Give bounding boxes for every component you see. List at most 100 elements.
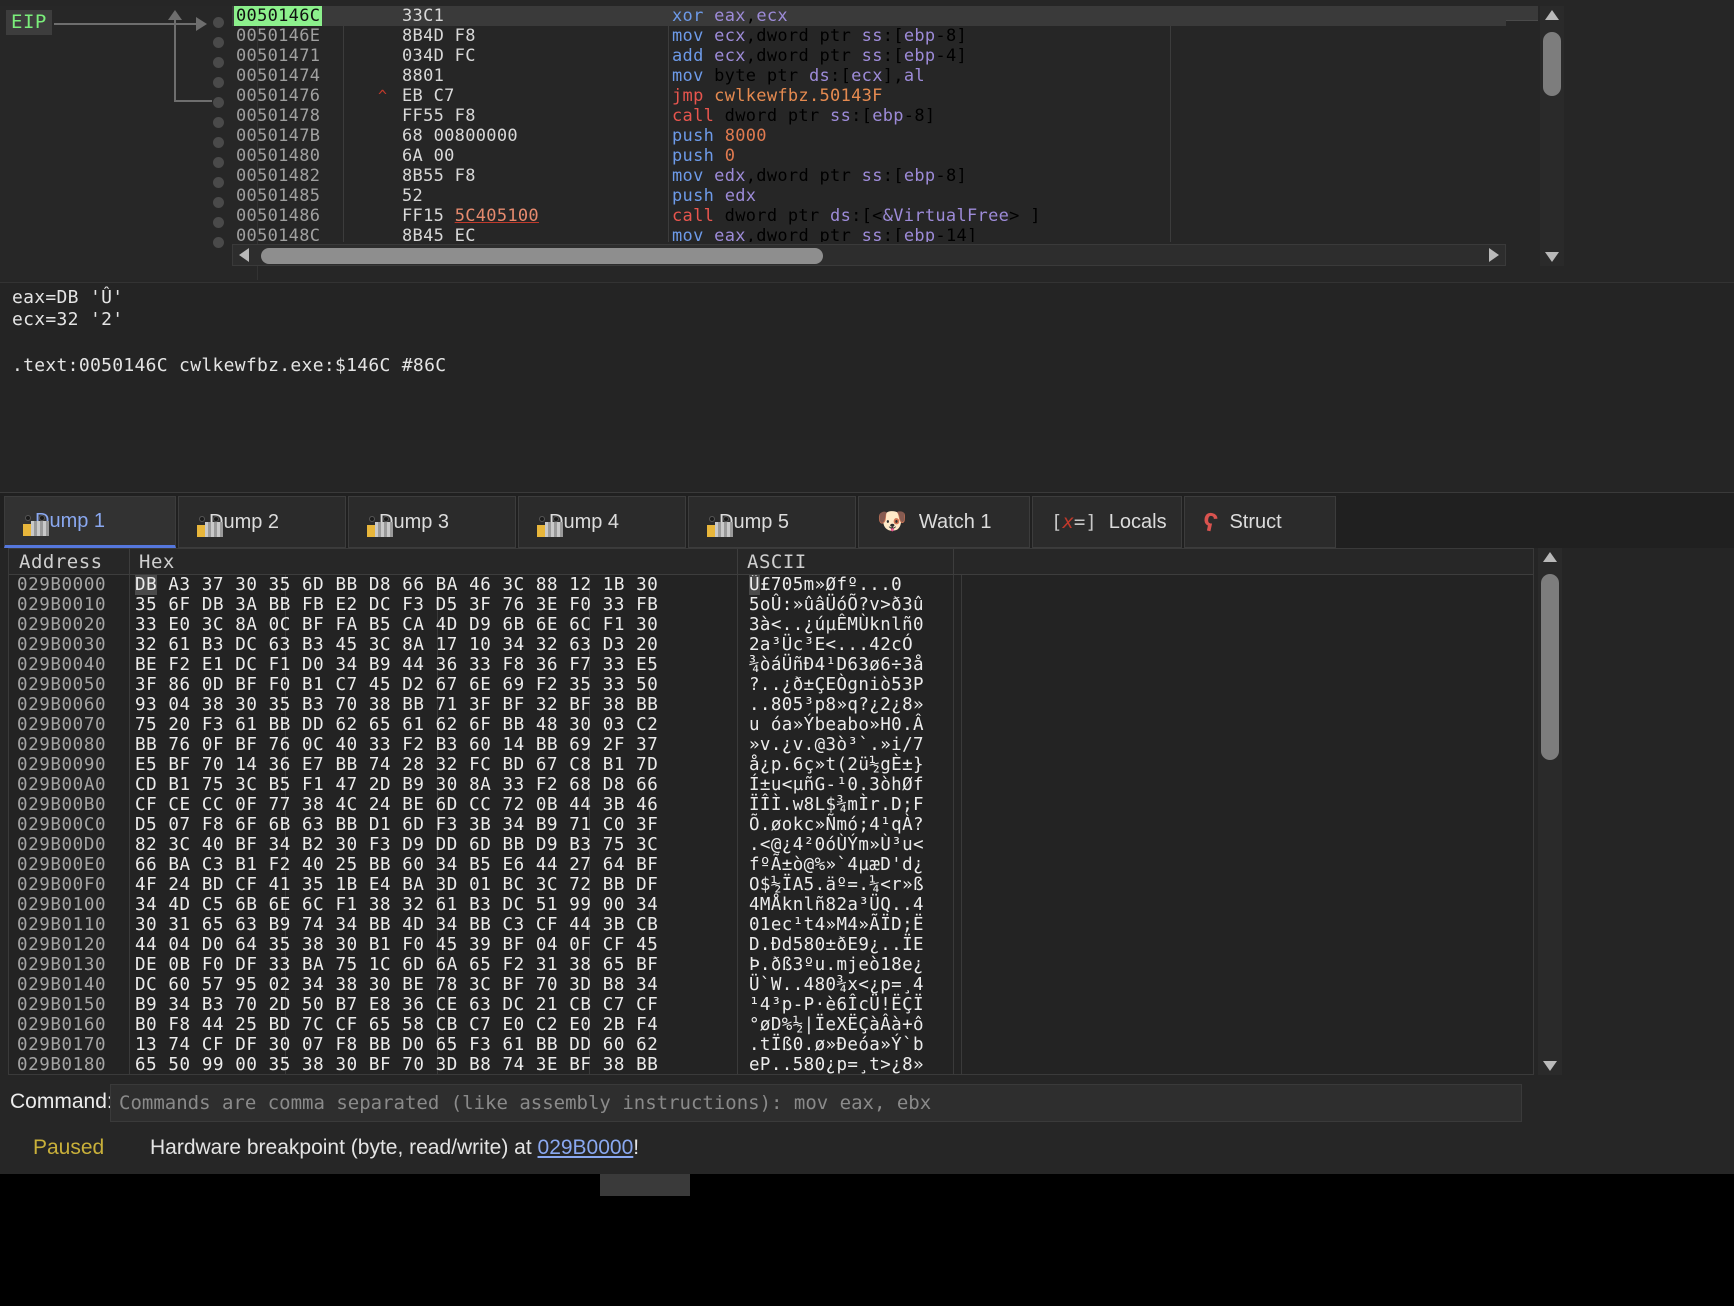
tab-dump-5[interactable]: Dump 5 [688, 496, 856, 548]
tab-dump-3[interactable]: Dump 3 [348, 496, 516, 548]
disasm-row[interactable]: 0050147B 68 00800000 push 8000 [232, 126, 1506, 146]
breakpoint-dot[interactable] [213, 77, 224, 88]
scroll-up-arrow-icon[interactable] [1545, 10, 1559, 20]
disasm-row[interactable]: 0050146C 33C1 xor eax,ecx [232, 6, 1506, 26]
hex-dump-row[interactable]: 029B0180 65 50 99 00 35 38 30 BF 70 3D B8… [9, 1055, 1533, 1075]
hex-bytes: B0 F8 44 25 BD 7C CF 65 58 CB C7 E0 C2 E… [135, 1015, 659, 1035]
vscroll-thumb[interactable] [1541, 574, 1559, 760]
disasm-row[interactable]: 0050146E 8B4D F8 mov ecx,dword ptr ss:[ebp… [232, 26, 1506, 46]
hex-address: 029B0090 [17, 755, 107, 775]
disasm-row[interactable]: 00501474 8801 mov byte ptr ds:[ecx],al [232, 66, 1506, 86]
tab-struct[interactable]: ʕ Struct [1184, 496, 1336, 548]
hex-row-list[interactable]: 029B0000 DB A3 37 30 35 6D BB D8 66 BA 46… [9, 575, 1533, 1075]
hex-address: 029B0050 [17, 675, 107, 695]
hex-dump-row[interactable]: 029B00B0 CF CE CC 0F 77 38 4C 24 BE 6D CC… [9, 795, 1533, 815]
hex-ascii: eP..580¿p=¸t>¿8» [749, 1055, 924, 1075]
hex-bytes: 32 61 B3 DC 63 B3 45 3C 8A 17 10 34 32 6… [135, 635, 659, 655]
hex-bytes: BB 76 0F BF 76 0C 40 33 F2 B3 60 14 BB 6… [135, 735, 659, 755]
breakpoint-dot[interactable] [213, 197, 224, 208]
breakpoint-dot[interactable] [213, 237, 224, 248]
column-header-address[interactable]: Address [19, 551, 103, 573]
hex-dump-row[interactable]: 029B0020 33 E0 3C 8A 0C BF FA B5 CA 4D D9… [9, 615, 1533, 635]
breakpoint-dot[interactable] [213, 57, 224, 68]
disasm-row[interactable]: 00501485 52 push edx [232, 186, 1506, 206]
hex-dump-row[interactable]: 029B0170 13 74 CF DF 30 07 F8 BB D0 65 F3… [9, 1035, 1533, 1055]
scroll-down-arrow-icon[interactable] [1543, 1061, 1557, 1071]
hex-dump-row[interactable]: 029B0100 34 4D C5 6B 6E 6C F1 38 32 61 B3… [9, 895, 1533, 915]
hex-dump-row[interactable]: 029B0070 75 20 F3 61 BB DD 62 65 61 62 6F… [9, 715, 1533, 735]
disasm-row[interactable]: 00501478 FF55 F8 call dword ptr ss:[ebp-8] [232, 106, 1506, 126]
scroll-right-arrow-icon[interactable] [1489, 248, 1499, 262]
tab-dump-2[interactable]: Dump 2 [178, 496, 346, 548]
scroll-left-arrow-icon[interactable] [239, 248, 249, 262]
x64dbg-window: EIP 0050146C 33C1 xor eax,ecx 0050146E 8… [0, 0, 1734, 1306]
hex-dump-row[interactable]: 029B0030 32 61 B3 DC 63 B3 45 3C 8A 17 10… [9, 635, 1533, 655]
disasm-bytes: 8B4D F8 [402, 26, 476, 46]
disasm-row-list[interactable]: 0050146C 33C1 xor eax,ecx 0050146E 8B4D F8 mo… [232, 6, 1506, 242]
breakpoint-dot[interactable] [213, 37, 224, 48]
hex-dump-row[interactable]: 029B0120 44 04 D0 64 35 38 30 B1 F0 45 39… [9, 935, 1533, 955]
scroll-up-arrow-icon[interactable] [1543, 552, 1557, 562]
hex-ascii: 2a³Üc³E<...42cÓ [749, 635, 914, 655]
breakpoint-dot[interactable] [213, 137, 224, 148]
disasm-address: 00501478 [236, 106, 321, 126]
hex-dump-row[interactable]: 029B0050 3F 86 0D BF F0 B1 C7 45 D2 67 6E… [9, 675, 1533, 695]
hex-dump-row[interactable]: 029B0150 B9 34 B3 70 2D 50 B7 E8 36 CE 63… [9, 995, 1533, 1015]
hex-dump-row[interactable]: 029B00F0 4F 24 BD CF 41 35 1B E4 BA 3D 01… [9, 875, 1533, 895]
tab-dump-1[interactable]: Dump 1 [4, 496, 176, 548]
hex-dump-row[interactable]: 029B0040 BE F2 E1 DC F1 D0 34 B9 44 36 33… [9, 655, 1533, 675]
breakpoint-dot[interactable] [213, 117, 224, 128]
dump-vscrollbar[interactable] [1538, 548, 1562, 1075]
scroll-down-arrow-icon[interactable] [1545, 252, 1559, 262]
disasm-row[interactable]: 00501471 034D FC add ecx,dword ptr ss:[ebp… [232, 46, 1506, 66]
hex-dump-row[interactable]: 029B0080 BB 76 0F BF 76 0C 40 33 F2 B3 60… [9, 735, 1533, 755]
hex-bytes: 82 3C 40 BF 34 B2 30 F3 D9 DD 6D BB D9 B… [135, 835, 659, 855]
hex-dump-row[interactable]: 029B0160 B0 F8 44 25 BD 7C CF 65 58 CB C7… [9, 1015, 1533, 1035]
eip-arrow-line [54, 23, 204, 25]
breakpoint-dot[interactable] [213, 157, 224, 168]
status-address-link[interactable]: 029B0000 [538, 1136, 634, 1159]
taskbar-item[interactable] [600, 1174, 690, 1196]
hex-dump-row[interactable]: 029B00A0 CD B1 75 3C B5 F1 47 2D B9 30 8A… [9, 775, 1533, 795]
column-header-ascii[interactable]: ASCII [747, 551, 807, 573]
disasm-instruction: xor eax,ecx [672, 6, 788, 26]
tab-watch-1[interactable]: 🐶 Watch 1 [858, 496, 1030, 548]
hex-dump-row[interactable]: 029B0130 DE 0B F0 DF 33 BA 75 1C 6D 6A 65… [9, 955, 1533, 975]
jump-arrow-vline [174, 20, 176, 102]
hex-address: 029B0080 [17, 735, 107, 755]
hscroll-thumb[interactable] [261, 248, 823, 264]
disasm-row[interactable]: 00501486 FF15 5C405100 call dword ptr ds:[… [232, 206, 1506, 226]
hex-dump-body[interactable]: 029B0000 DB A3 37 30 35 6D BB D8 66 BA 46… [9, 575, 1533, 1075]
tab-locals[interactable]: [x=] Locals [1032, 496, 1182, 548]
disasm-vscrollbar[interactable] [1540, 6, 1564, 266]
disasm-row[interactable]: 00501482 8B55 F8 mov edx,dword ptr ss:[ebp… [232, 166, 1506, 186]
column-header-hex[interactable]: Hex [139, 551, 175, 573]
hex-dump-row[interactable]: 029B00C0 D5 07 F8 6F 6B 63 BB D1 6D F3 3B… [9, 815, 1533, 835]
breakpoint-dot[interactable] [213, 97, 224, 108]
disasm-row[interactable]: 00501476 ^ EB C7 jmp cwlkewfbz.50143F [232, 86, 1506, 106]
tab-label: Watch 1 [918, 510, 992, 533]
hex-dump-row[interactable]: 029B0010 35 6F DB 3A BB FB E2 DC F3 D5 3F… [9, 595, 1533, 615]
dump-tabbar[interactable]: Dump 1 Dump 2 Dump 3 Dump 4 Dump 5 🐶 Watch 1 [x… [0, 492, 1734, 548]
hex-ascii: O$½ÏA5.äº=.¼<r»ß [749, 875, 924, 895]
disasm-row[interactable]: 00501480 6A 00 push 0 [232, 146, 1506, 166]
hex-dump-row[interactable]: 029B0140 DC 60 57 95 02 34 38 30 BE 78 3C… [9, 975, 1533, 995]
status-message-prefix: Hardware breakpoint (byte, read/write) a… [150, 1136, 538, 1159]
hex-dump-row[interactable]: 029B0110 30 31 65 63 B9 74 34 BB 4D 34 BB… [9, 915, 1533, 935]
hex-dump-panel[interactable]: Address Hex ASCII 029B0000 DB A3 37 30 35… [8, 548, 1534, 1075]
command-input[interactable]: Commands are comma separated (like assem… [110, 1084, 1522, 1122]
breakpoint-dot[interactable] [213, 177, 224, 188]
disasm-hscrollbar[interactable] [232, 244, 1506, 266]
vscroll-thumb[interactable] [1543, 32, 1561, 96]
breakpoint-dot[interactable] [213, 17, 224, 28]
disasm-row[interactable]: 0050148C 8B45 EC mov eax,dword ptr ss:[ebp… [232, 226, 1506, 242]
hex-dump-row[interactable]: 029B00D0 82 3C 40 BF 34 B2 30 F3 D9 DD 6D… [9, 835, 1533, 855]
hex-dump-row[interactable]: 029B0090 E5 BF 70 14 36 E7 BB 74 28 32 FC… [9, 755, 1533, 775]
disasm-bytes: 52 [402, 186, 424, 206]
hex-dump-row[interactable]: 029B00E0 66 BA C3 B1 F2 40 25 BB 60 34 B5… [9, 855, 1533, 875]
hex-dump-row[interactable]: 029B0060 93 04 38 30 35 B3 70 38 BB 71 3F… [9, 695, 1533, 715]
breakpoint-dot[interactable] [213, 217, 224, 228]
hex-dump-row[interactable]: 029B0000 DB A3 37 30 35 6D BB D8 66 BA 46… [9, 575, 1533, 595]
tab-dump-4[interactable]: Dump 4 [518, 496, 686, 548]
hex-bytes: DB A3 37 30 35 6D BB D8 66 BA 46 3C 88 1… [135, 575, 659, 595]
